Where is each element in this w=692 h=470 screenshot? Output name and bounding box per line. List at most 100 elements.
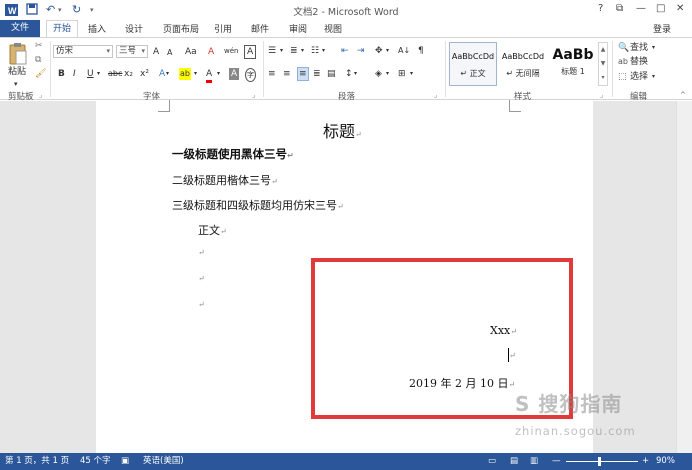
cut-icon[interactable]: ✂ [35, 40, 43, 52]
word-count[interactable]: 45 个字 [80, 453, 111, 470]
justify-icon[interactable]: ≣ [313, 68, 321, 80]
align-center-icon[interactable]: ≡ [283, 68, 291, 80]
font-color-dropdown-icon[interactable]: ▾ [217, 68, 220, 80]
read-mode-icon[interactable]: ▭ [488, 453, 496, 470]
tab-home[interactable]: 开始 [46, 20, 78, 38]
font-size-select[interactable]: 三号 ▾ [116, 45, 148, 58]
empty-paragraph[interactable]: ↵ [198, 248, 205, 257]
select-icon[interactable]: ⬚ [618, 71, 627, 83]
borders-dropdown-icon[interactable]: ▾ [410, 68, 413, 80]
numbering-dropdown-icon[interactable]: ▾ [301, 45, 304, 57]
subscript-button[interactable]: x₂ [124, 68, 133, 80]
zoom-out-icon[interactable]: — [552, 453, 561, 470]
shading-icon[interactable]: ◈ [375, 68, 382, 80]
document-title[interactable]: 标题↵ [323, 118, 362, 142]
style-normal[interactable]: AaBbCcDd ↵ 正文 [449, 42, 497, 86]
highlight-dropdown-icon[interactable]: ▾ [194, 68, 197, 80]
line-spacing-dropdown-icon[interactable]: ▾ [354, 68, 357, 80]
enclose-char-icon[interactable]: 字 [245, 68, 256, 82]
multilevel-list-icon[interactable]: ☷ [311, 45, 319, 57]
increase-indent-icon[interactable]: ⇥ [357, 45, 365, 57]
shading-dropdown-icon[interactable]: ▾ [386, 68, 389, 80]
tab-file[interactable]: 文件 [0, 20, 40, 37]
tab-review[interactable]: 审阅 [289, 22, 307, 35]
tab-references[interactable]: 引用 [214, 22, 232, 35]
page-count[interactable]: 第 1 页，共 1 页 [5, 453, 69, 470]
doc-line-heading3[interactable]: 三级标题和四级标题均用仿宋三号↵ [172, 197, 344, 213]
zoom-level[interactable]: 90% [656, 453, 675, 470]
print-layout-icon[interactable]: ▤ [510, 453, 518, 470]
tab-mailings[interactable]: 邮件 [251, 22, 269, 35]
find-icon[interactable]: 🔍 [618, 42, 629, 54]
vertical-scrollbar[interactable] [676, 101, 692, 453]
copy-icon[interactable]: ⧉ [35, 54, 41, 66]
empty-paragraph[interactable]: ↵ [198, 274, 205, 283]
paragraph-launcher-icon[interactable]: ⌟ [434, 89, 437, 101]
language-status[interactable]: 英语(美国) [143, 453, 184, 470]
shrink-font-icon[interactable]: A [167, 47, 172, 59]
text-effects-dropdown-icon[interactable]: ▾ [166, 68, 169, 80]
tab-view[interactable]: 视图 [324, 22, 342, 35]
styles-launcher-icon[interactable]: ⌟ [600, 89, 603, 101]
underline-dropdown-icon[interactable]: ▾ [97, 68, 100, 80]
maximize-button[interactable]: □ [656, 3, 665, 14]
char-shading-icon[interactable]: A [229, 68, 240, 80]
sort-icon[interactable]: A↓ [398, 45, 410, 57]
login-link[interactable]: 登录 [653, 22, 671, 35]
zoom-slider[interactable] [566, 461, 638, 462]
ribbon-display-button[interactable]: ⧉ [616, 3, 623, 14]
grow-font-icon[interactable]: A [153, 46, 159, 58]
chinese-layout-icon[interactable]: ✥ [375, 45, 383, 57]
tab-design[interactable]: 设计 [125, 22, 143, 35]
doc-line-body[interactable]: 正文↵ [198, 222, 227, 238]
italic-button[interactable]: I [73, 68, 76, 80]
select-button[interactable]: 选择 [630, 71, 648, 83]
close-button[interactable]: ✕ [676, 3, 684, 14]
align-right-icon[interactable]: ≡ [297, 67, 309, 81]
minimize-button[interactable]: — [636, 3, 646, 14]
numbering-icon[interactable]: ≣ [290, 45, 298, 57]
text-effects-icon[interactable]: A [159, 68, 165, 80]
phonetic-guide-icon[interactable]: wén [224, 45, 238, 57]
bullets-dropdown-icon[interactable]: ▾ [280, 45, 283, 57]
paste-icon[interactable] [8, 42, 28, 66]
find-dropdown-icon[interactable]: ▾ [652, 42, 655, 54]
font-launcher-icon[interactable]: ⌟ [252, 89, 255, 101]
paste-label[interactable]: 粘贴 [8, 66, 26, 78]
paste-dropdown-icon[interactable]: ▾ [14, 78, 18, 90]
empty-paragraph[interactable]: ↵ [198, 300, 205, 309]
decrease-indent-icon[interactable]: ⇤ [341, 45, 349, 57]
collapse-ribbon-icon[interactable]: ^ [680, 89, 686, 101]
clear-format-icon[interactable]: A [208, 46, 214, 58]
replace-button[interactable]: 替换 [630, 56, 648, 68]
replace-icon[interactable]: ab [618, 56, 628, 68]
superscript-button[interactable]: x² [140, 68, 149, 80]
underline-button[interactable]: U [87, 68, 94, 80]
tab-layout[interactable]: 页面布局 [163, 22, 199, 35]
font-color-icon[interactable]: A [206, 68, 213, 83]
char-border-icon[interactable]: A [244, 45, 257, 59]
zoom-slider-thumb[interactable] [598, 457, 601, 466]
align-left-icon[interactable]: ≡ [268, 68, 276, 80]
zoom-in-icon[interactable]: + [642, 453, 649, 470]
proofing-icon[interactable]: ▣ [121, 453, 129, 470]
doc-line-heading1[interactable]: 一级标题使用黑体三号↵ [172, 146, 294, 162]
clipboard-launcher-icon[interactable]: ⌟ [39, 89, 42, 101]
show-marks-icon[interactable]: ¶ [418, 45, 424, 57]
highlight-icon[interactable]: ab [179, 68, 191, 80]
style-heading-1[interactable]: AaBb 标题 1 [549, 42, 597, 86]
multilevel-dropdown-icon[interactable]: ▾ [322, 45, 325, 57]
web-layout-icon[interactable]: ▥ [530, 453, 538, 470]
font-name-select[interactable]: 仿宋 ▾ [53, 45, 113, 58]
tab-insert[interactable]: 插入 [88, 22, 106, 35]
styles-scroller[interactable]: ▲ ▼ ▾ [598, 42, 608, 86]
bold-button[interactable]: B [58, 68, 65, 80]
select-dropdown-icon[interactable]: ▾ [652, 71, 655, 83]
find-button[interactable]: 查找 [630, 42, 648, 54]
line-spacing-icon[interactable]: ↕ [345, 68, 353, 80]
style-no-spacing[interactable]: AaBbCcDd ↵ 无间隔 [499, 42, 547, 86]
change-case-icon[interactable]: Aa [185, 46, 197, 58]
help-button[interactable]: ? [598, 3, 603, 14]
borders-icon[interactable]: ⊞ [398, 68, 406, 80]
strikethrough-button[interactable]: abc [108, 68, 122, 80]
